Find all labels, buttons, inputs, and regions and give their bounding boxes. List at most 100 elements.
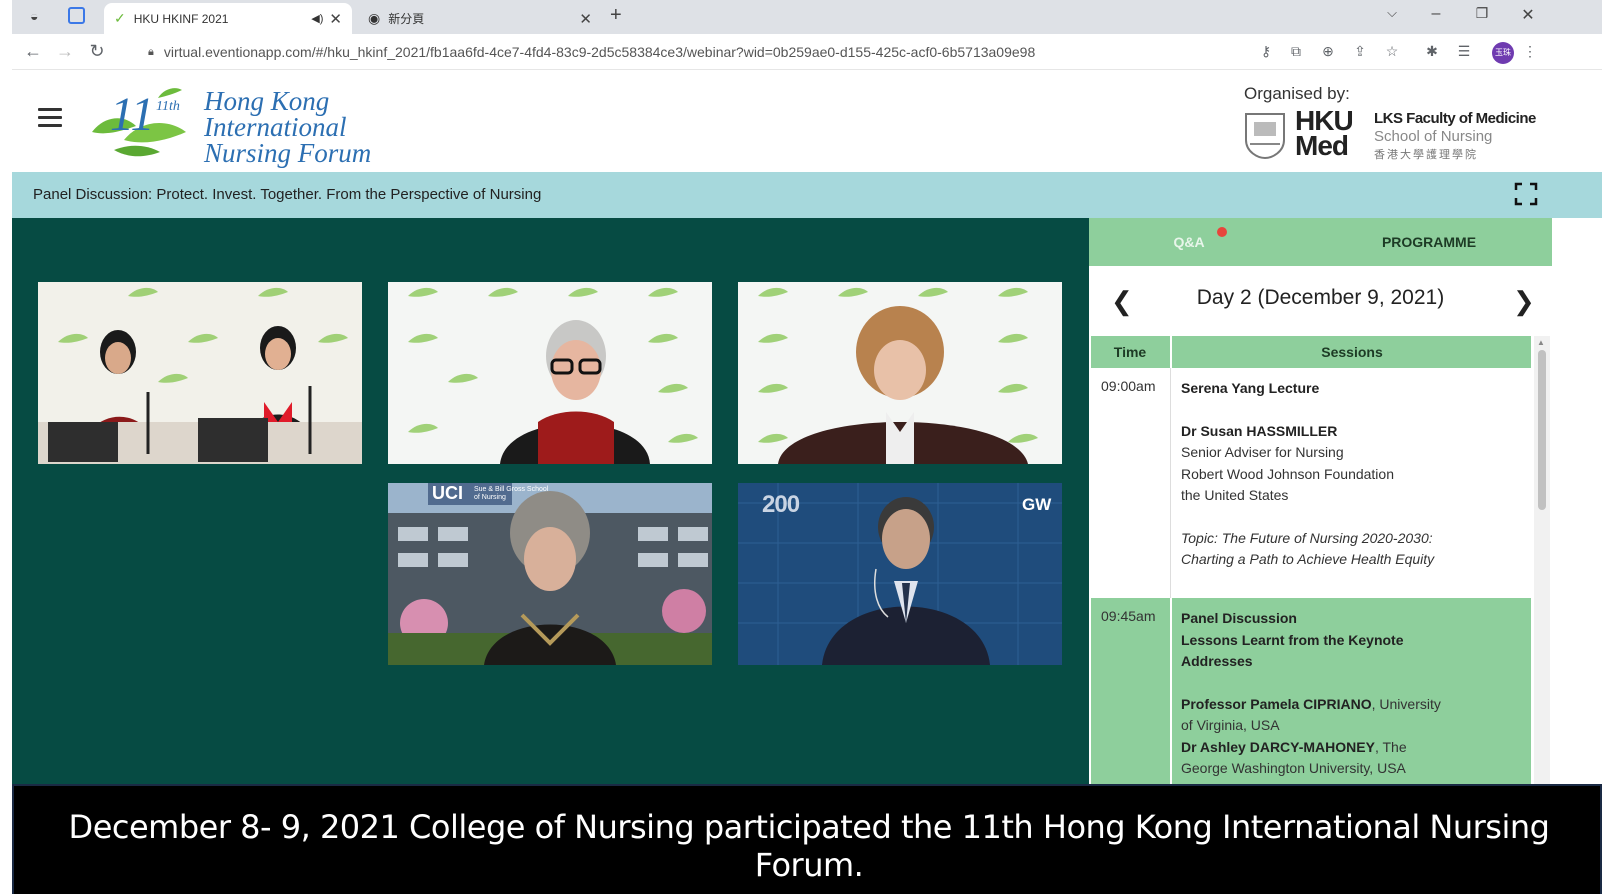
session-details: Serena Yang Lecture Dr Susan HASSMILLER … [1181, 378, 1451, 571]
back-button[interactable]: ← [22, 41, 44, 62]
hamburger-menu-icon[interactable] [38, 108, 62, 128]
forum-name-line-2: International [204, 112, 347, 142]
session-time: 09:45am [1101, 608, 1156, 624]
forum-name: Hong Kong International Nursing Forum [204, 86, 424, 168]
forum-name-line-3: Nursing Forum [204, 138, 372, 168]
bookmark-star-icon[interactable]: ☆ [1382, 43, 1402, 60]
svg-text:11: 11 [110, 88, 154, 141]
browser-toolbar: ← → ↻ 🔒︎ virtual.eventionapp.com/#/hku_h… [12, 34, 1602, 70]
address-bar[interactable]: 🔒︎ virtual.eventionapp.com/#/hku_hkinf_2… [138, 38, 1318, 66]
site-header: 11 11th Hong Kong International Nursing … [12, 70, 1602, 172]
hku-med-wordmark: HKU Med [1295, 107, 1365, 161]
translate-icon[interactable]: ⧉ [1286, 43, 1306, 60]
forward-button[interactable]: → [54, 41, 76, 62]
session-time: 09:00am [1101, 378, 1156, 394]
session-title: Panel Discussion: Protect. Invest. Toget… [33, 186, 542, 203]
hku-seal-icon [1245, 113, 1285, 160]
lecture-topic: Topic: The Future of Nursing 2020-2030: … [1181, 529, 1435, 568]
key-icon[interactable]: ⚷ [1256, 43, 1276, 60]
browser-window: ◒ ✓ HKU HKINF 2021 ◀) ✕ ◉ 新分頁 ✕ + ⌵ – ❐ … [12, 0, 1602, 894]
lock-icon: 🔒︎ [148, 45, 154, 58]
svg-text:11th: 11th [156, 99, 180, 114]
session-details: Panel Discussion Lessons Learnt from the… [1181, 608, 1451, 780]
table-row: 09:45am Panel Discussion Lessons Learnt … [1091, 598, 1531, 784]
new-tab-button[interactable]: + [610, 4, 622, 27]
programme-table-header: Time Sessions [1091, 336, 1531, 368]
forum-name-line-1: Hong Kong [204, 86, 330, 116]
share-icon[interactable]: ⇪ [1350, 43, 1370, 60]
tab-title: HKU HKINF 2021 [133, 11, 229, 26]
chrome-favicon-icon: ◉ [368, 10, 381, 26]
reading-list-icon[interactable]: ☰ [1454, 43, 1474, 60]
lecture-title: Serena Yang Lecture [1181, 380, 1320, 396]
tab-hkinf[interactable]: ✓ HKU HKINF 2021 ◀) ✕ [104, 3, 352, 34]
tab-strip: ◒ ✓ HKU HKINF 2021 ◀) ✕ ◉ 新分頁 ✕ + ⌵ – ❐ … [12, 0, 1602, 34]
gw-label: GW [1022, 495, 1052, 514]
forum-leaf-logo-icon: 11 11th [92, 88, 186, 157]
forum-favicon-icon: ✓ [114, 10, 126, 26]
tab-qa[interactable]: Q&A [1149, 234, 1229, 250]
speaker-2-video-frame [408, 287, 698, 464]
zoom-icon[interactable]: ⊕ [1318, 43, 1338, 60]
restore-button[interactable]: ❐ [1470, 5, 1494, 22]
google-calendar-icon[interactable] [68, 7, 85, 24]
column-time: Time [1113, 344, 1147, 360]
day-navigator: ❮ Day 2 (December 9, 2021) ❯ [1089, 266, 1552, 336]
speaker-name: Dr Susan HASSMILLER [1181, 422, 1338, 439]
fullscreen-icon[interactable] [1514, 182, 1538, 206]
panelist-name: Professor Pamela CIPRIANO [1181, 695, 1372, 712]
video-tile-speaker-3[interactable] [738, 282, 1062, 464]
table-row: 09:00am Serena Yang Lecture Dr Susan HAS… [1091, 368, 1531, 598]
scrollbar-thumb[interactable] [1538, 350, 1546, 510]
panelist-name: Dr Ashley DARCY-MAHONEY [1181, 738, 1375, 755]
uci-label: UCI [432, 483, 463, 503]
video-tile-speaker-2[interactable] [388, 282, 712, 464]
day-title: Day 2 (December 9, 2021) [1196, 286, 1445, 309]
programme-panel: Q&A PROGRAMME ❮ Day 2 (December 9, 2021)… [1089, 218, 1552, 784]
minimize-button[interactable]: – [1424, 5, 1448, 23]
school-name: School of Nursing [1374, 128, 1493, 145]
profile-avatar[interactable]: 玉珠 [1492, 42, 1514, 64]
panel-scrollbar[interactable]: ▲ [1534, 336, 1550, 784]
gw-anniversary-logo: 200 [762, 491, 800, 518]
url-text: virtual.eventionapp.com/#/hku_hkinf_2021… [163, 44, 1036, 60]
school-chinese-name: 香港大學護理學院 [1374, 149, 1478, 161]
speaker-3-video-frame [758, 287, 1038, 464]
chevron-right-icon[interactable]: ❯ [1513, 286, 1535, 317]
reload-button[interactable]: ↻ [86, 41, 108, 62]
tab-new-tab[interactable]: ◉ 新分頁 ✕ [358, 3, 602, 34]
video-tile-uci[interactable]: UCI Sue & Bill Gross School of Nursing [388, 483, 712, 665]
tab-search-icon[interactable]: ◒ [30, 8, 38, 24]
qa-notification-dot [1217, 227, 1227, 237]
panelist-2: Dr Ashley DARCY-MAHONEY, The George Wash… [1181, 737, 1451, 780]
extensions-icon[interactable]: ✱ [1422, 43, 1442, 60]
session-title: Lessons Learnt from the Keynote Addresse… [1181, 631, 1404, 670]
close-tab-icon[interactable]: ✕ [329, 10, 342, 28]
tab-search-chevron-icon[interactable]: ⌵ [1380, 5, 1404, 21]
organised-by-label: Organised by: [1244, 84, 1350, 103]
hosts-video-frame [38, 287, 362, 464]
panelist-1: Professor Pamela CIPRIANO, University of… [1181, 694, 1451, 737]
session-type: Panel Discussion [1181, 610, 1297, 626]
video-tile-gw[interactable]: 200 GW [738, 483, 1062, 665]
video-tile-hosts[interactable] [38, 282, 362, 464]
panel-tabs: Q&A PROGRAMME [1089, 218, 1552, 266]
column-sessions: Sessions [1321, 344, 1383, 360]
tab-title: 新分頁 [388, 12, 425, 26]
caption-text: December 8- 9, 2021 College of Nursing p… [68, 808, 1550, 884]
speaker-role: Senior Adviser for Nursing [1181, 444, 1344, 460]
med-text: Med [1295, 130, 1349, 161]
session-title-bar: Panel Discussion: Protect. Invest. Toget… [12, 172, 1602, 218]
speaker-organisation: Robert Wood Johnson Foundation [1181, 465, 1394, 482]
speaker-country: the United States [1181, 487, 1289, 503]
chevron-left-icon[interactable]: ❮ [1111, 286, 1133, 317]
forum-logo[interactable]: 11 11th Hong Kong International Nursing … [84, 80, 384, 167]
menu-kebab-icon[interactable]: ⋮ [1520, 43, 1540, 60]
uci-school-label: Sue & Bill Gross School of Nursing [474, 486, 549, 501]
video-grid: UCI Sue & Bill Gross School of Nursing 2… [12, 218, 1089, 784]
close-window-button[interactable]: ✕ [1516, 5, 1540, 25]
scroll-up-icon[interactable]: ▲ [1537, 338, 1545, 347]
mute-icon[interactable]: ◀) [311, 12, 323, 25]
close-tab-icon[interactable]: ✕ [579, 10, 592, 28]
tab-programme[interactable]: PROGRAMME [1349, 234, 1509, 250]
